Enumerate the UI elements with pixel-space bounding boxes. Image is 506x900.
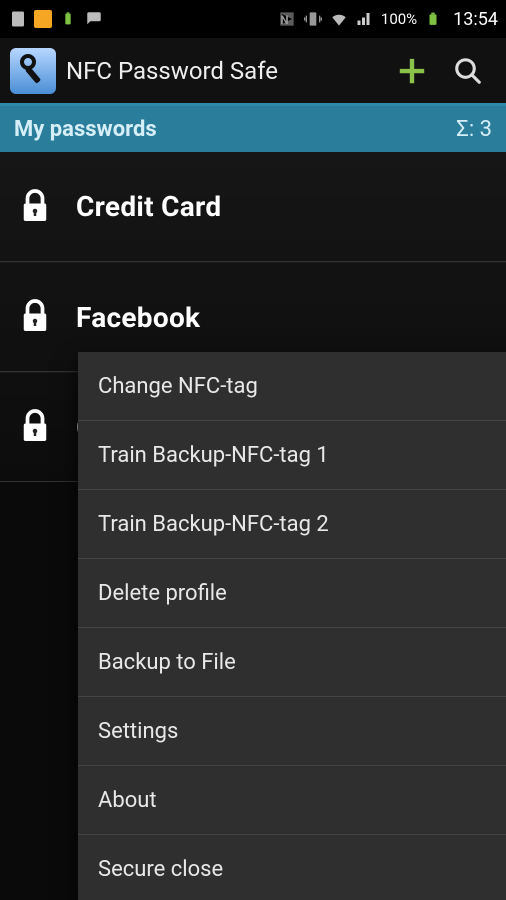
- wifi-icon: [329, 9, 349, 29]
- context-menu: Change NFC-tag Train Backup-NFC-tag 1 Tr…: [78, 352, 506, 900]
- battery-percent-text: 100%: [381, 10, 417, 28]
- app-icon: [10, 48, 56, 94]
- subheader-title: My passwords: [14, 117, 456, 142]
- clock: 13:54: [453, 9, 498, 30]
- svg-text:N: N: [280, 13, 288, 27]
- menu-item-settings[interactable]: Settings: [78, 697, 506, 766]
- status-bar: N 100% 13:54: [0, 0, 506, 38]
- notification-icon: [84, 9, 104, 29]
- subheader-count: Σ: 3: [456, 117, 492, 142]
- search-button[interactable]: [440, 43, 496, 99]
- action-bar: NFC Password Safe: [0, 38, 506, 106]
- menu-item-delete-profile[interactable]: Delete profile: [78, 559, 506, 628]
- menu-item-about[interactable]: About: [78, 766, 506, 835]
- battery-icon: [423, 9, 443, 29]
- nfc-icon: N: [277, 9, 297, 29]
- app-title: NFC Password Safe: [66, 57, 384, 85]
- add-button[interactable]: [384, 43, 440, 99]
- menu-item-train-backup-1[interactable]: Train Backup-NFC-tag 1: [78, 421, 506, 490]
- battery-small-icon: [58, 9, 78, 29]
- app-notification-icon: [34, 10, 52, 28]
- signal-icon: [355, 9, 375, 29]
- menu-item-secure-close[interactable]: Secure close: [78, 835, 506, 900]
- menu-item-backup-file[interactable]: Backup to File: [78, 628, 506, 697]
- lock-icon: [20, 408, 52, 446]
- sim-icon: [8, 9, 28, 29]
- menu-item-train-backup-2[interactable]: Train Backup-NFC-tag 2: [78, 490, 506, 559]
- list-item[interactable]: Credit Card: [0, 152, 506, 262]
- lock-icon: [20, 298, 52, 336]
- password-label: Facebook: [76, 301, 200, 334]
- vibrate-icon: [303, 9, 323, 29]
- subheader: My passwords Σ: 3: [0, 106, 506, 152]
- menu-item-change-nfc[interactable]: Change NFC-tag: [78, 352, 506, 421]
- lock-icon: [20, 188, 52, 226]
- password-label: Credit Card: [76, 190, 221, 223]
